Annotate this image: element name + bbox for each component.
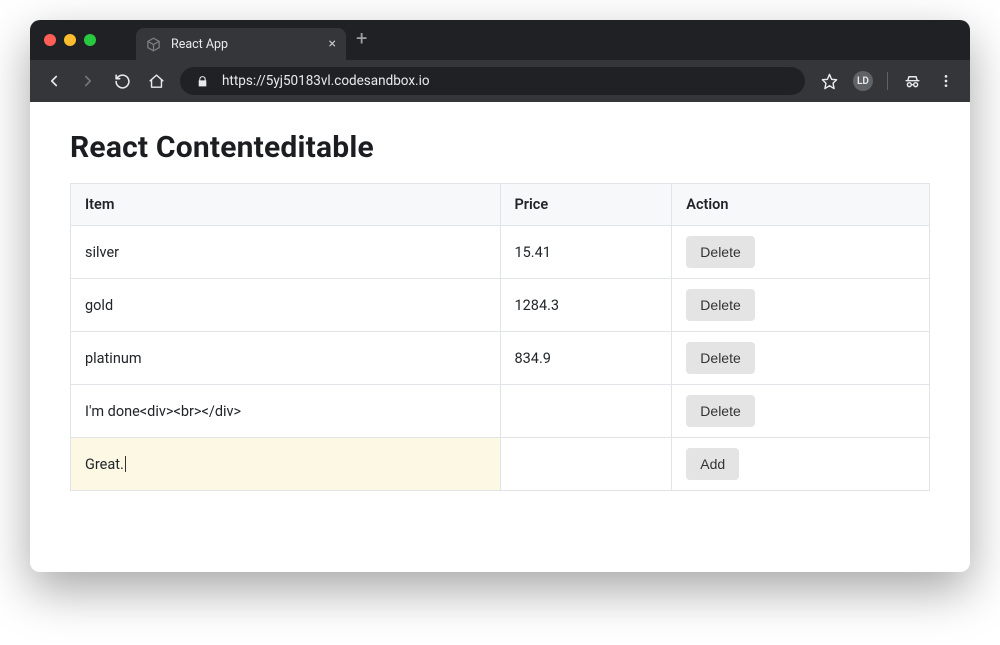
cell-price[interactable]: 1284.3 [500,279,672,332]
table-row: gold 1284.3 Delete [71,279,930,332]
tab-strip: React App × + [30,20,970,60]
delete-button[interactable]: Delete [686,395,754,427]
column-header-action: Action [672,184,930,226]
extension-badge[interactable]: LD [853,71,873,91]
browser-tab[interactable]: React App × [136,28,346,60]
add-row: Great. Add [71,438,930,491]
add-item-cell[interactable]: Great. [71,438,501,491]
delete-button[interactable]: Delete [686,342,754,374]
cell-item[interactable]: gold [71,279,501,332]
home-button[interactable] [146,71,166,91]
incognito-icon[interactable] [902,71,922,91]
cell-price[interactable]: 834.9 [500,332,672,385]
table-header-row: Item Price Action [71,184,930,226]
address-bar[interactable]: https://5yj50183vl.codesandbox.io [180,67,805,95]
codesandbox-icon [146,37,161,52]
page-content: React Contenteditable Item Price Action … [30,102,970,572]
new-tab-button[interactable]: + [346,26,377,54]
window-close-button[interactable] [44,34,56,46]
table-row: I'm done<div><br></div> Delete [71,385,930,438]
tab-close-button[interactable]: × [329,36,336,52]
back-button[interactable] [44,71,64,91]
reload-button[interactable] [112,71,132,91]
tab-title: React App [171,37,319,52]
cell-item[interactable]: I'm done<div><br></div> [71,385,501,438]
cell-action: Delete [672,226,930,279]
forward-button[interactable] [78,71,98,91]
window-maximize-button[interactable] [84,34,96,46]
add-item-value: Great. [85,456,126,473]
table-row: platinum 834.9 Delete [71,332,930,385]
browser-toolbar: https://5yj50183vl.codesandbox.io LD [30,60,970,102]
items-table: Item Price Action silver 15.41 Delete go… [70,183,930,491]
menu-button[interactable] [936,71,956,91]
url-text: https://5yj50183vl.codesandbox.io [222,73,430,89]
window-minimize-button[interactable] [64,34,76,46]
window-controls [44,34,96,46]
bookmark-star-icon[interactable] [819,71,839,91]
toolbar-separator [887,72,888,90]
cell-price[interactable] [500,385,672,438]
delete-button[interactable]: Delete [686,236,754,268]
column-header-item: Item [71,184,501,226]
cell-item[interactable]: platinum [71,332,501,385]
page-title: React Contenteditable [70,130,930,165]
cell-action: Delete [672,385,930,438]
delete-button[interactable]: Delete [686,289,754,321]
lock-icon [192,71,212,91]
cell-price[interactable]: 15.41 [500,226,672,279]
column-header-price: Price [500,184,672,226]
add-price-cell[interactable] [500,438,672,491]
browser-window: React App × + https://5yj50183vl.codesan… [30,20,970,572]
table-row: silver 15.41 Delete [71,226,930,279]
add-button[interactable]: Add [686,448,739,480]
cell-action: Delete [672,332,930,385]
cell-action: Add [672,438,930,491]
toolbar-right: LD [819,71,956,91]
cell-item[interactable]: silver [71,226,501,279]
cell-action: Delete [672,279,930,332]
